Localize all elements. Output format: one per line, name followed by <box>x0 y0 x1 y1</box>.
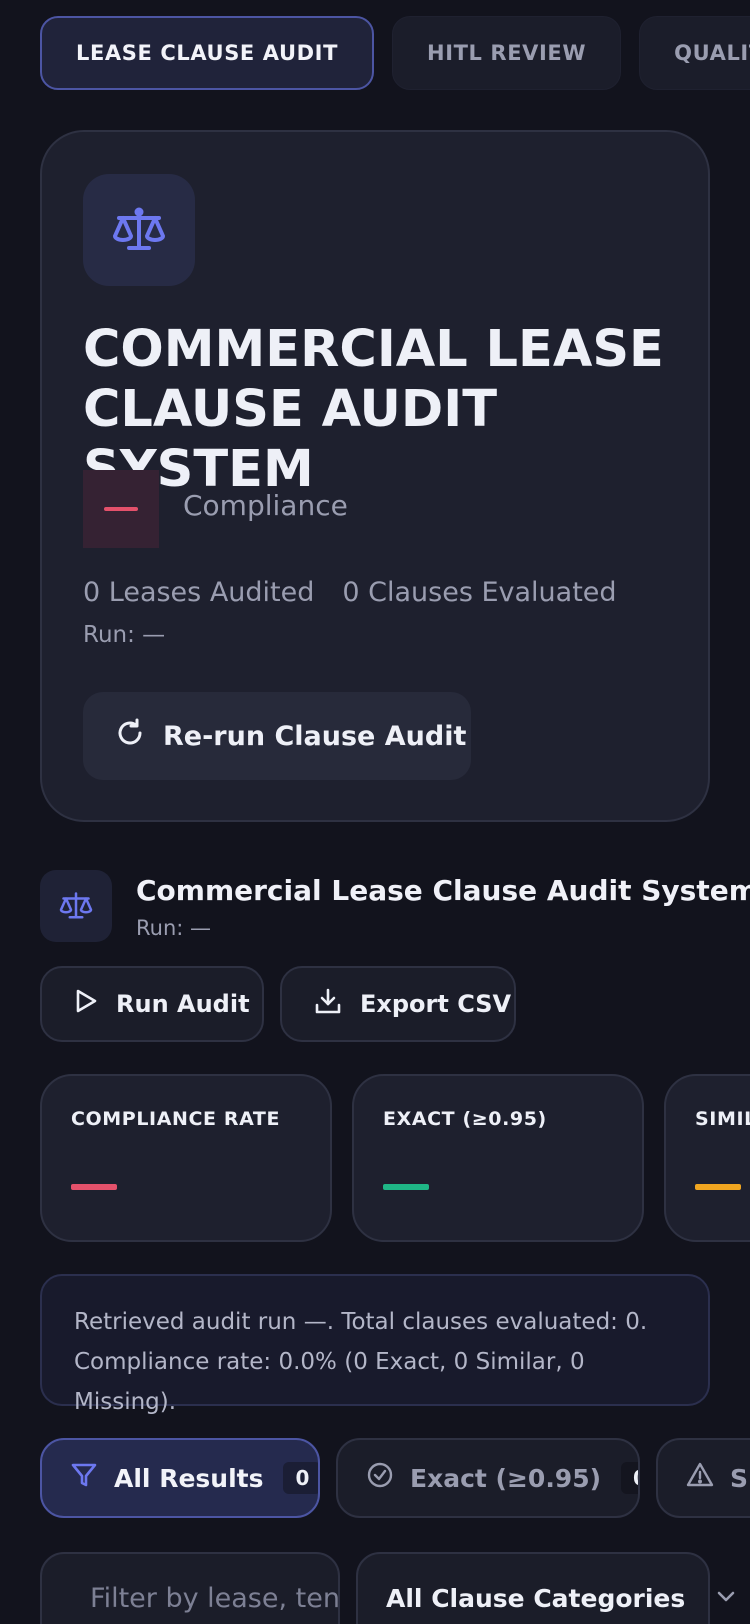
filter-chip-all-results[interactable]: All Results 0 <box>40 1438 320 1518</box>
scale-icon <box>83 174 195 286</box>
clauses-evaluated-stat: 0 Clauses Evaluated <box>342 577 617 608</box>
download-icon <box>314 987 342 1021</box>
metric-card-exact: EXACT (≥0.95) <box>352 1074 644 1242</box>
clause-category-selected: All Clause Categories <box>386 1584 686 1613</box>
section-title: Commercial Lease Clause Audit System <box>136 874 750 907</box>
filter-chip-label: Exact (≥0.95) <box>410 1463 602 1493</box>
play-icon <box>74 988 98 1020</box>
clause-category-select[interactable]: All Clause Categories <box>356 1552 735 1624</box>
audit-summary: Retrieved audit run —. Total clauses eva… <box>40 1274 710 1415</box>
page-title: COMMERCIAL LEASE CLAUSE AUDIT SYSTEM <box>83 320 664 499</box>
tab-lease-clause-audit[interactable]: LEASE CLAUSE AUDIT <box>40 16 375 90</box>
leases-audited-stat: 0 Leases Audited <box>83 577 315 608</box>
metric-card-compliance-rate: COMPLIANCE RATE <box>40 1074 332 1242</box>
metric-label: EXACT (≥0.95) <box>383 1108 547 1130</box>
export-csv-button[interactable]: Export CSV <box>280 966 516 1042</box>
run-audit-label: Run Audit <box>116 990 250 1018</box>
compliance-score-badge <box>83 470 159 548</box>
metric-card-similar: SIMILAR <box>664 1074 750 1242</box>
metric-empty-dash <box>383 1184 429 1190</box>
rerun-audit-button[interactable]: Re-run Clause Audit <box>83 692 471 780</box>
filter-chip-count: 0 <box>283 1462 318 1494</box>
filter-chip-similar[interactable]: Similar 0 <box>656 1438 750 1518</box>
check-circle-icon <box>366 1461 394 1495</box>
filter-chip-label: Similar <box>730 1463 750 1493</box>
filter-chip-label: All Results <box>114 1463 264 1493</box>
section-run-id: Run: — <box>136 916 212 940</box>
tab-hitl-review[interactable]: HITL REVIEW <box>392 16 622 90</box>
metric-label: COMPLIANCE RATE <box>71 1108 281 1130</box>
filter-chip-exact[interactable]: Exact (≥0.95) 0 <box>336 1438 640 1518</box>
top-tabs: LEASE CLAUSE AUDIT HITL REVIEW QUALITY C… <box>40 16 750 90</box>
metric-empty-dash <box>71 1184 117 1190</box>
hero-run-id: Run: — <box>83 622 166 648</box>
warning-icon <box>686 1461 714 1495</box>
chevron-down-icon <box>715 1584 737 1613</box>
filter-icon <box>70 1461 98 1495</box>
refresh-icon <box>115 718 145 755</box>
hero-card: COMMERCIAL LEASE CLAUSE AUDIT SYSTEM Com… <box>40 130 710 822</box>
compliance-label: Compliance <box>183 489 348 522</box>
app-root: LEASE CLAUSE AUDIT HITL REVIEW QUALITY C… <box>0 0 750 1624</box>
filter-chip-count: 0 <box>621 1462 638 1494</box>
rerun-audit-label: Re-run Clause Audit <box>163 720 467 752</box>
empty-value-dash <box>104 507 138 511</box>
hero-stats: 0 Leases Audited 0 Clauses Evaluated <box>83 577 617 608</box>
run-audit-button[interactable]: Run Audit <box>40 966 264 1042</box>
search-box <box>40 1552 340 1624</box>
export-csv-label: Export CSV <box>360 990 512 1018</box>
scale-icon <box>40 870 112 942</box>
metric-empty-dash <box>695 1184 741 1190</box>
metric-label: SIMILAR <box>695 1108 750 1130</box>
tab-quality-control[interactable]: QUALITY CONTROL <box>639 16 750 90</box>
search-input[interactable] <box>90 1578 338 1618</box>
